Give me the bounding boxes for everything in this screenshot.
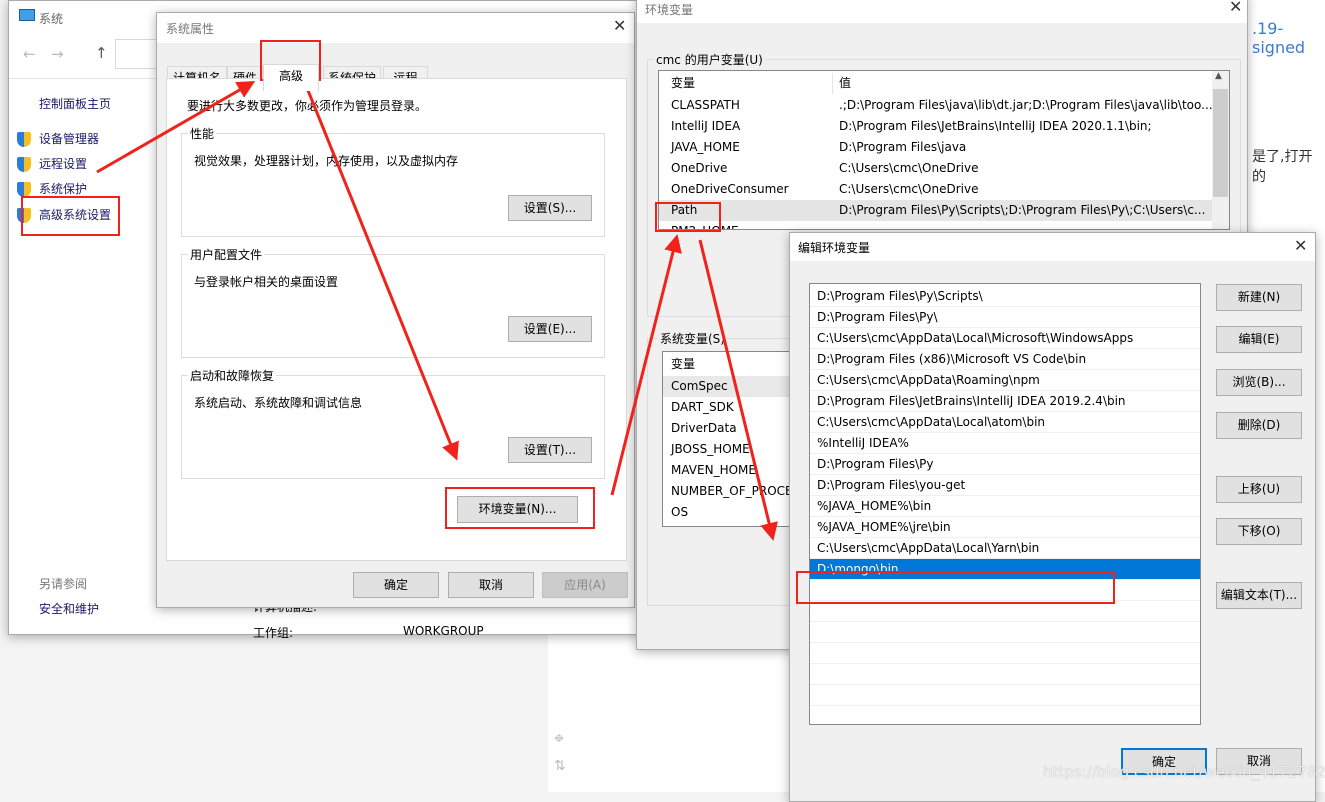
arrow: [698, 239, 778, 541]
arrow: [96, 81, 256, 174]
arrow: [301, 77, 459, 461]
arrow: [610, 234, 682, 496]
annotation-arrows: [96, 77, 778, 541]
watermark: https://blog.csdn.net/weixin_41727824: [1043, 763, 1325, 781]
tab-advanced[interactable]: 高级: [263, 64, 319, 91]
